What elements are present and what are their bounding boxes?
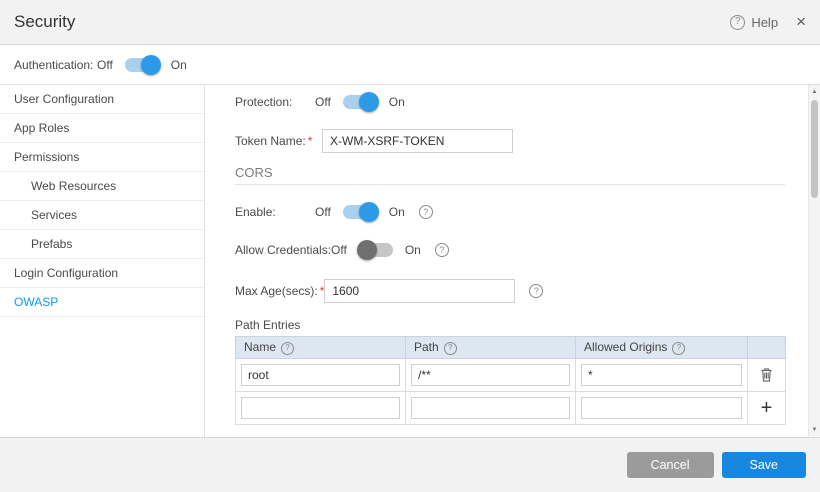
token-name-label-text: Token Name:: [235, 134, 306, 148]
column-header-actions: [748, 337, 786, 359]
allow-credentials-row: Allow Credentials: Off On ?: [235, 243, 449, 257]
allow-credentials-on-label: On: [405, 243, 421, 257]
help-label: Help: [751, 15, 778, 30]
token-name-label: Token Name:*: [235, 134, 322, 148]
toggle-knob: [359, 92, 379, 112]
protection-toggle[interactable]: [343, 95, 377, 109]
dialog-footer: Cancel Save: [0, 437, 820, 492]
max-age-label: Max Age(secs):*: [235, 284, 324, 298]
sidebar-item-app-roles[interactable]: App Roles: [0, 114, 204, 143]
sidebar-item-owasp[interactable]: OWASP: [0, 288, 204, 317]
authentication-label: Authentication:: [14, 58, 97, 72]
table-header-row: Name? Path? Allowed Origins?: [236, 337, 786, 359]
column-header-name: Name?: [236, 337, 406, 359]
max-age-row: Max Age(secs):* ?: [235, 279, 543, 303]
path-help-icon[interactable]: ?: [444, 342, 457, 355]
toggle-knob: [357, 240, 377, 260]
authentication-toggle[interactable]: [125, 58, 159, 72]
toggle-knob: [359, 202, 379, 222]
scroll-down-icon[interactable]: ▼: [809, 424, 820, 436]
row1-path-input[interactable]: [411, 364, 570, 386]
path-entries-label: Path Entries: [235, 318, 300, 332]
required-asterisk: *: [308, 134, 313, 148]
row2-allowed-origins-input[interactable]: [581, 397, 742, 419]
allow-credentials-help-icon[interactable]: ?: [435, 243, 449, 257]
enable-toggle[interactable]: [343, 205, 377, 219]
name-help-icon[interactable]: ?: [281, 342, 294, 355]
security-dialog: Security ? Help × Authentication: Off On…: [0, 0, 820, 492]
column-header-label: Allowed Origins: [584, 340, 667, 354]
enable-off-label: Off: [315, 205, 331, 219]
sidebar-item-prefabs[interactable]: Prefabs: [0, 230, 204, 259]
sidebar-item-label: Prefabs: [31, 237, 72, 251]
protection-off-label: Off: [315, 95, 331, 109]
row2-path-input[interactable]: [411, 397, 570, 419]
table-row: [236, 359, 786, 392]
sidebar-item-label: Permissions: [14, 150, 79, 164]
sidebar-item-login-configuration[interactable]: Login Configuration: [0, 259, 204, 288]
cors-divider: [235, 184, 785, 185]
delete-row-button[interactable]: [758, 365, 775, 384]
sidebar: User Configuration App Roles Permissions…: [0, 85, 205, 437]
column-header-path: Path?: [406, 337, 576, 359]
sidebar-item-label: Login Configuration: [14, 266, 118, 280]
scrollbar-thumb[interactable]: [811, 100, 818, 198]
help-button[interactable]: ? Help: [730, 15, 778, 30]
owasp-settings-panel: Protection: Off On Token Name:* CORS Ena…: [205, 85, 808, 437]
sidebar-item-label: App Roles: [14, 121, 69, 135]
column-header-allowed-origins: Allowed Origins?: [576, 337, 748, 359]
column-header-label: Path: [414, 340, 439, 354]
row1-name-input[interactable]: [241, 364, 400, 386]
plus-icon: +: [761, 397, 773, 419]
row2-name-input[interactable]: [241, 397, 400, 419]
authentication-on-label: On: [171, 58, 187, 72]
authentication-bar: Authentication: Off On: [0, 45, 820, 85]
sidebar-item-permissions[interactable]: Permissions: [0, 143, 204, 172]
column-header-label: Name: [244, 340, 276, 354]
sidebar-item-label: User Configuration: [14, 92, 114, 106]
header-actions: ? Help ×: [730, 12, 806, 32]
allow-credentials-label: Allow Credentials:: [235, 243, 331, 257]
enable-help-icon[interactable]: ?: [419, 205, 433, 219]
save-button[interactable]: Save: [722, 452, 807, 478]
page-title: Security: [14, 12, 75, 32]
row1-allowed-origins-input[interactable]: [581, 364, 742, 386]
sidebar-item-web-resources[interactable]: Web Resources: [0, 172, 204, 201]
allowed-origins-help-icon[interactable]: ?: [672, 342, 685, 355]
token-name-input[interactable]: [322, 129, 513, 153]
protection-label: Protection:: [235, 95, 315, 109]
sidebar-item-label: Services: [31, 208, 77, 222]
add-row-button[interactable]: +: [759, 399, 775, 417]
cors-section-heading: CORS: [235, 165, 273, 180]
sidebar-item-services[interactable]: Services: [0, 201, 204, 230]
protection-row: Protection: Off On: [235, 95, 405, 109]
max-age-input[interactable]: [324, 279, 515, 303]
sidebar-item-label: OWASP: [14, 295, 58, 309]
help-icon: ?: [730, 15, 745, 30]
toggle-knob: [141, 55, 161, 75]
close-icon[interactable]: ×: [796, 12, 806, 32]
sidebar-item-label: Web Resources: [31, 179, 116, 193]
dialog-header: Security ? Help ×: [0, 0, 820, 45]
sidebar-item-user-configuration[interactable]: User Configuration: [0, 85, 204, 114]
enable-label: Enable:: [235, 205, 315, 219]
cancel-button[interactable]: Cancel: [627, 452, 714, 478]
authentication-off-label: Off: [97, 58, 113, 72]
path-entries-table: Name? Path? Allowed Origins?: [235, 336, 786, 425]
scroll-up-icon[interactable]: ▲: [809, 86, 820, 98]
table-row: +: [236, 392, 786, 425]
allow-credentials-off-label: Off: [331, 243, 347, 257]
protection-on-label: On: [389, 95, 405, 109]
enable-row: Enable: Off On ?: [235, 205, 433, 219]
token-name-row: Token Name:*: [235, 129, 513, 153]
enable-on-label: On: [389, 205, 405, 219]
content-scrollbar[interactable]: ▲ ▼: [808, 85, 820, 437]
trash-icon: [760, 367, 773, 382]
max-age-help-icon[interactable]: ?: [529, 284, 543, 298]
allow-credentials-toggle[interactable]: [359, 243, 393, 257]
max-age-label-text: Max Age(secs):: [235, 284, 318, 298]
